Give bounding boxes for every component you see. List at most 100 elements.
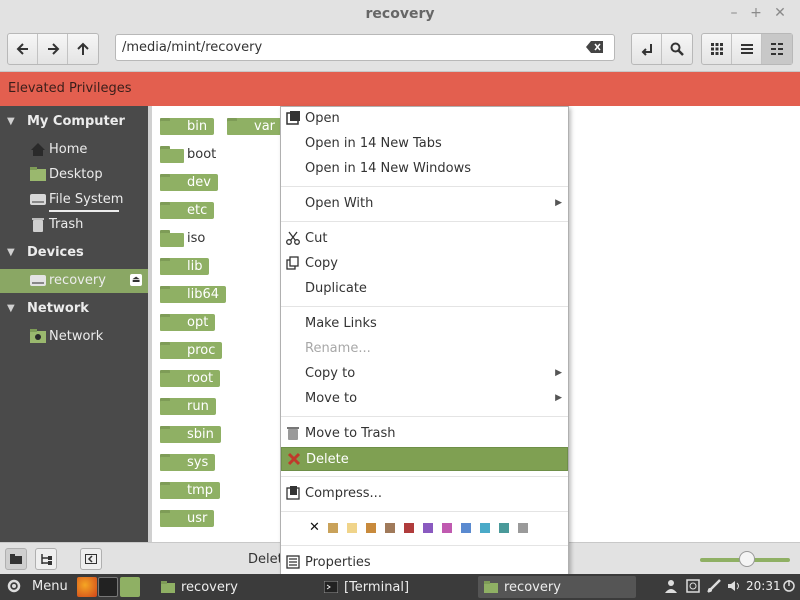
files-launcher-icon[interactable] [120, 577, 140, 597]
color-swatch[interactable] [385, 523, 395, 533]
file-item-opt[interactable]: opt [160, 311, 216, 333]
color-swatch[interactable] [423, 523, 433, 533]
user-icon[interactable] [663, 579, 679, 595]
menu-item-open-with[interactable]: Open With ▶ [281, 192, 568, 216]
location-bar[interactable]: /media/mint/recovery [115, 34, 615, 61]
color-swatch[interactable] [366, 523, 376, 533]
color-swatch[interactable] [480, 523, 490, 533]
sidebar-toggle-icon [85, 554, 97, 564]
menu-item-duplicate[interactable]: Duplicate [281, 277, 568, 301]
update-manager-icon[interactable] [685, 579, 701, 595]
menu-item-compress[interactable]: Compress... [281, 482, 568, 506]
terminal-launcher-icon[interactable] [98, 577, 118, 597]
file-item-run[interactable]: run [160, 395, 216, 417]
file-item-usr[interactable]: usr [160, 507, 215, 529]
folder-icon [160, 117, 184, 135]
clear-color-icon[interactable]: ✕ [309, 520, 320, 535]
color-swatch[interactable] [442, 523, 452, 533]
compact-view-button[interactable] [762, 34, 792, 64]
toggle-location-button[interactable] [632, 34, 662, 64]
show-tree-button[interactable] [35, 548, 57, 570]
show-places-button[interactable] [5, 548, 27, 570]
sidebar-item-file-system[interactable]: File System [0, 188, 148, 212]
file-item-proc[interactable]: proc [160, 339, 223, 361]
file-item-sys[interactable]: sys [160, 451, 216, 473]
taskbar-window-recovery-active[interactable]: recovery [478, 576, 636, 598]
tree-icon [41, 554, 52, 565]
power-icon[interactable] [781, 579, 797, 595]
sidebar-item-home[interactable]: Home [0, 138, 148, 162]
minimize-icon[interactable]: – [726, 5, 742, 21]
firefox-launcher-icon[interactable] [77, 577, 97, 597]
file-item-bin[interactable]: bin [160, 115, 215, 137]
close-icon[interactable]: ✕ [772, 5, 788, 21]
file-item-var[interactable]: var [227, 115, 283, 137]
folder-icon [160, 425, 184, 443]
menu-item-open-windows[interactable]: Open in 14 New Windows [281, 157, 568, 181]
menu-item-move-to-trash[interactable]: Move to Trash [281, 422, 568, 446]
color-swatch[interactable] [518, 523, 528, 533]
maximize-icon[interactable]: + [748, 5, 764, 21]
menu-item-make-links[interactable]: Make Links [281, 312, 568, 336]
menu-item-open[interactable]: Open [281, 107, 568, 131]
file-item-lib64[interactable]: lib64 [160, 283, 227, 305]
color-swatch[interactable] [404, 523, 414, 533]
network-icon[interactable] [706, 579, 722, 595]
folder-icon [160, 229, 184, 247]
sidebar-item-network[interactable]: Network [0, 325, 148, 349]
start-menu-button[interactable]: Menu [6, 578, 68, 594]
copy-icon [286, 256, 300, 270]
archive-icon [286, 486, 300, 500]
file-item-root[interactable]: root [160, 367, 221, 389]
sidebar-item-trash[interactable]: Trash [0, 213, 148, 237]
menu-item-delete[interactable]: Delete [281, 447, 568, 471]
sidebar-section-network[interactable]: ▼ Network [0, 301, 148, 321]
menu-item-cut[interactable]: Cut [281, 227, 568, 251]
submenu-arrow-icon: ▶ [555, 198, 562, 208]
taskbar-window-terminal[interactable]: [Terminal] [318, 576, 478, 598]
search-button[interactable] [662, 34, 692, 64]
zoom-slider-handle[interactable] [739, 551, 755, 567]
list-view-button[interactable] [732, 34, 762, 64]
back-button[interactable] [8, 34, 38, 64]
sidebar-section-my-computer[interactable]: ▼ My Computer [0, 114, 148, 134]
file-item-dev[interactable]: dev [160, 171, 218, 193]
color-swatch[interactable] [347, 523, 357, 533]
window-title: recovery [365, 6, 435, 22]
arrow-right-icon [47, 43, 59, 55]
clear-location-icon[interactable] [586, 40, 604, 58]
title-bar: recovery – + ✕ [0, 0, 800, 30]
menu-item-rename[interactable]: Rename... [281, 337, 568, 361]
eject-icon[interactable]: ⏏ [130, 274, 142, 286]
folder-icon [160, 369, 184, 387]
emblem-color-picker: ✕ [281, 520, 568, 537]
folder-icon [160, 313, 184, 331]
file-item-sbin[interactable]: sbin [160, 423, 221, 445]
menu-item-move-to[interactable]: Move to ▶ [281, 387, 568, 411]
file-item-lib[interactable]: lib [160, 255, 210, 277]
hide-sidebar-button[interactable] [80, 548, 102, 570]
sidebar-section-devices[interactable]: ▼ Devices [0, 245, 148, 265]
arrow-up-icon [77, 42, 89, 55]
sidebar-item-recovery[interactable]: recovery ⏏ [0, 269, 148, 293]
color-swatch[interactable] [328, 523, 338, 533]
location-text: /media/mint/recovery [122, 40, 263, 55]
file-item-iso[interactable]: iso [160, 227, 208, 249]
sidebar-item-desktop[interactable]: Desktop [0, 163, 148, 187]
file-item-tmp[interactable]: tmp [160, 479, 221, 501]
menu-item-open-tabs[interactable]: Open in 14 New Tabs [281, 132, 568, 156]
taskbar-window-recovery[interactable]: recovery [155, 576, 315, 598]
usage-bar [49, 210, 119, 212]
icon-view-button[interactable] [702, 34, 732, 64]
volume-icon[interactable] [726, 579, 742, 595]
forward-button[interactable] [38, 34, 68, 64]
up-button[interactable] [68, 34, 98, 64]
menu-item-copy[interactable]: Copy [281, 252, 568, 276]
color-swatch[interactable] [499, 523, 509, 533]
menu-item-properties[interactable]: Properties [281, 551, 568, 575]
file-item-etc[interactable]: etc [160, 199, 215, 221]
menu-item-copy-to[interactable]: Copy to ▶ [281, 362, 568, 386]
desktop-folder-icon [30, 167, 46, 182]
file-item-boot[interactable]: boot [160, 143, 219, 165]
color-swatch[interactable] [461, 523, 471, 533]
